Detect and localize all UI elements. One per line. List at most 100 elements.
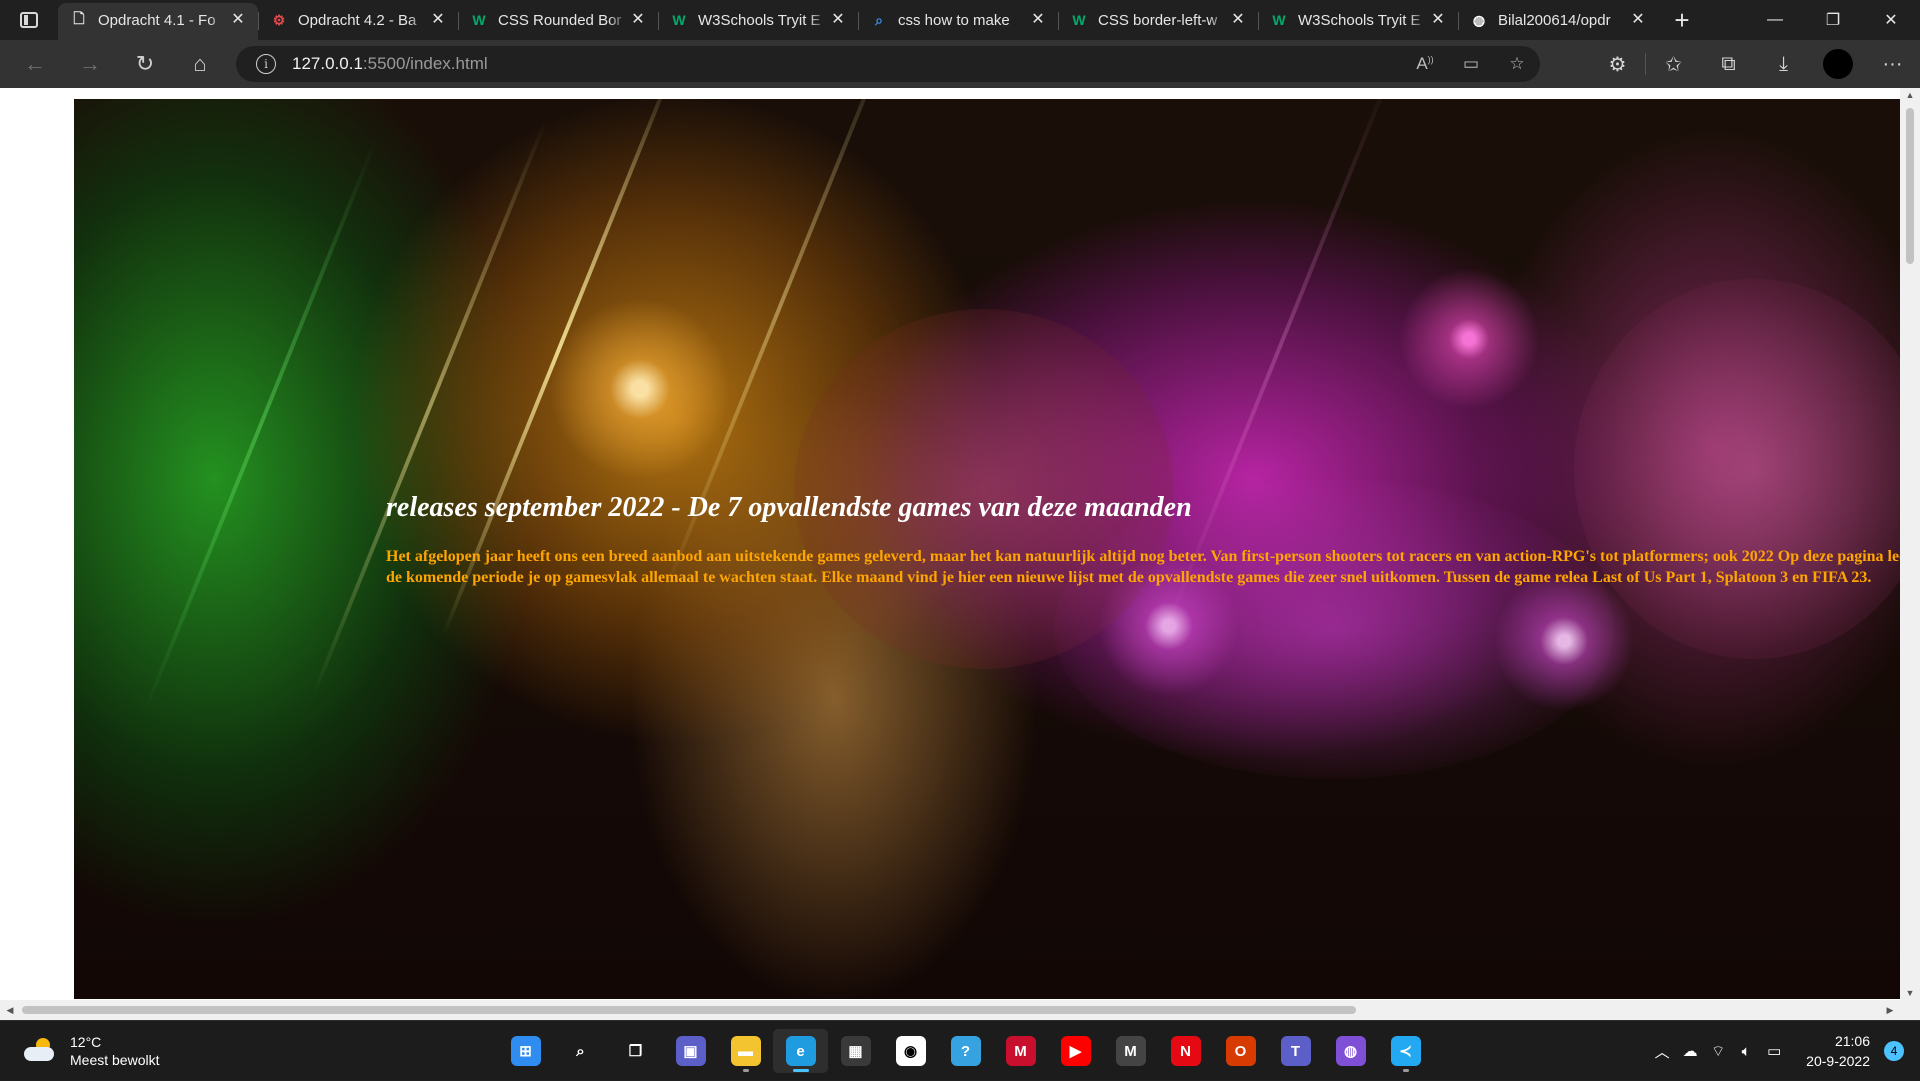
notification-badge[interactable]: 4 [1884,1041,1904,1061]
windows-start-icon: ⊞ [510,1036,541,1066]
tab-title: CSS Rounded Bor [498,11,622,29]
tab-5[interactable]: W CSS border-left-w ✕ [1058,3,1258,37]
more-menu-icon[interactable]: ··· [1865,53,1920,76]
controller-grip-right [1574,279,1900,659]
taskbar-github-desktop-button[interactable]: ◍ [1323,1029,1378,1073]
battery-icon[interactable]: ▭ [1760,1042,1788,1060]
favorites-icon[interactable]: ✩ [1646,52,1701,77]
scroll-down-arrow-icon[interactable]: ▼ [1900,986,1920,1000]
taskbar-netflix-button[interactable]: N [1158,1029,1213,1073]
minimize-button[interactable]: — [1746,0,1804,40]
tray-overflow-chevron-icon[interactable]: ︿ [1648,1041,1676,1062]
system-tray: ︿ ☁ ⌔ 🔈︎ ▭ 21:06 20-9-2022 4 [1648,1021,1920,1081]
controller-body [1054,479,1614,779]
taskbar-teams-chat-button[interactable]: ▣ [663,1029,718,1073]
horizontal-scrollbar[interactable]: ◀ ▶ [0,1000,1900,1020]
running-indicator [792,1069,809,1072]
tab-0[interactable]: 🗋 Opdracht 4.1 - Fo ✕ [58,3,258,40]
forward-button[interactable]: → [69,46,111,82]
vertical-scrollbar[interactable]: ▲ ▼ [1900,88,1920,1000]
extensions-icon[interactable]: ⚙ [1590,52,1645,77]
taskbar-edge-button[interactable]: e [773,1029,828,1073]
volume-icon[interactable]: 🔈︎ [1732,1043,1760,1060]
site-info-icon[interactable]: i [256,54,276,74]
collections-icon[interactable]: ⧉ [1701,53,1756,76]
profile-avatar[interactable] [1823,49,1853,79]
close-tab-icon[interactable]: ✕ [828,10,848,30]
search-icon: ⌕ [875,11,883,28]
new-tab-button[interactable]: + [1662,3,1702,37]
back-button[interactable]: ← [14,46,56,82]
refresh-button[interactable]: ↻ [124,46,166,82]
weather-widget[interactable]: 12°C Meest bewolkt [22,1033,159,1069]
github-desktop-icon: ◍ [1335,1036,1366,1066]
clock-time: 21:06 [1834,1033,1870,1049]
tab-actions-button[interactable] [0,0,58,40]
read-aloud-icon[interactable]: A)) [1402,54,1448,74]
tab-title: W3Schools Tryit E [698,11,821,29]
close-window-button[interactable]: ✕ [1862,0,1920,40]
github-icon: ◍ [1472,11,1486,28]
close-tab-icon[interactable]: ✕ [1228,10,1248,30]
tab-2[interactable]: W CSS Rounded Bor ✕ [458,3,658,37]
edge-icon: e [785,1036,816,1066]
onedrive-cloud-icon[interactable]: ☁ [1676,1042,1704,1060]
tab-title: Opdracht 4.1 - Fo [98,11,216,29]
light-streak [141,139,378,716]
taskbar-get-help-button[interactable]: ? [938,1029,993,1073]
tab-title: Opdracht 4.2 - Ba [298,11,417,29]
taskbar-vscode-button[interactable]: ≺ [1378,1029,1433,1073]
tab-title: W3Schools Tryit E [1298,11,1421,29]
taskbar-office-button[interactable]: O [1213,1029,1268,1073]
taskbar-m-app-button[interactable]: M [1103,1029,1158,1073]
get-help-icon: ? [950,1036,981,1066]
downloads-icon[interactable]: ⤓ [1756,53,1811,76]
scroll-left-arrow-icon[interactable]: ◀ [2,1000,18,1020]
immersive-reader-icon[interactable]: ▭ [1448,54,1494,74]
taskbar-app-circle-button[interactable]: ◉ [883,1029,938,1073]
search-icon: ⌕ [576,1042,585,1060]
running-indicator [742,1069,749,1072]
wifi-icon[interactable]: ⌔ [1704,1042,1732,1061]
teams-chat-icon: ▣ [675,1036,706,1066]
tab-7[interactable]: ◍ Bilal200614/opdr ✕ [1458,3,1658,37]
red-gear-icon: ⚙ [272,11,286,28]
tab-1[interactable]: ⚙ Opdracht 4.2 - Ba ✕ [258,3,458,37]
w3schools-icon: W [472,12,486,28]
taskbar-mcafee-button[interactable]: M [993,1029,1048,1073]
taskbar-teams-button[interactable]: T [1268,1029,1323,1073]
address-bar[interactable]: i 127.0.0.1:5500/index.html A)) ▭ ☆ [236,46,1540,82]
tab-3[interactable]: W W3Schools Tryit E ✕ [658,3,858,37]
taskbar: 12°C Meest bewolkt ⊞ ⌕ ❐ ▣ ▬ e ▦ ◉? M ▶ M N O T ◍ ≺ ︿ ☁… [0,1020,1920,1080]
close-tab-icon[interactable]: ✕ [1628,10,1648,30]
taskbar-youtube-button[interactable]: ▶ [1048,1029,1103,1073]
close-tab-icon[interactable]: ✕ [1428,10,1448,30]
add-favorite-icon[interactable]: ☆ [1494,54,1540,74]
tab-4[interactable]: ⌕ css how to make ✕ [858,3,1058,37]
taskbar-search-button[interactable]: ⌕ [553,1029,608,1073]
taskbar-microsoft-store-button[interactable]: ▦ [828,1029,883,1073]
scroll-up-arrow-icon[interactable]: ▲ [1900,88,1920,102]
window-controls: — ❐ ✕ [1746,0,1920,40]
horizontal-scroll-thumb[interactable] [22,1006,1356,1014]
close-tab-icon[interactable]: ✕ [228,10,248,30]
mcafee-icon: M [1005,1036,1036,1066]
page-viewport: releases september 2022 - De 7 opvallend… [0,88,1920,1020]
restore-button[interactable]: ❐ [1804,0,1862,40]
tab-actions-icon [20,12,38,28]
page-heading: releases september 2022 - De 7 opvallend… [386,492,1192,523]
close-tab-icon[interactable]: ✕ [428,10,448,30]
taskbar-task-view-button[interactable]: ❐ [608,1029,663,1073]
taskbar-windows-start-button[interactable]: ⊞ [498,1029,553,1073]
taskbar-apps: ⊞ ⌕ ❐ ▣ ▬ e ▦ ◉? M ▶ M N O T ◍ ≺ [498,1029,1433,1073]
youtube-icon: ▶ [1060,1036,1091,1066]
tab-6[interactable]: W W3Schools Tryit E ✕ [1258,3,1458,37]
file-explorer-icon: ▬ [730,1036,761,1066]
vertical-scroll-thumb[interactable] [1906,108,1914,264]
close-tab-icon[interactable]: ✕ [1028,10,1048,30]
scroll-right-arrow-icon[interactable]: ▶ [1882,1000,1898,1020]
home-button[interactable]: ⌂ [179,46,221,82]
taskbar-file-explorer-button[interactable]: ▬ [718,1029,773,1073]
clock[interactable]: 21:06 20-9-2022 [1806,1031,1870,1071]
close-tab-icon[interactable]: ✕ [628,10,648,30]
